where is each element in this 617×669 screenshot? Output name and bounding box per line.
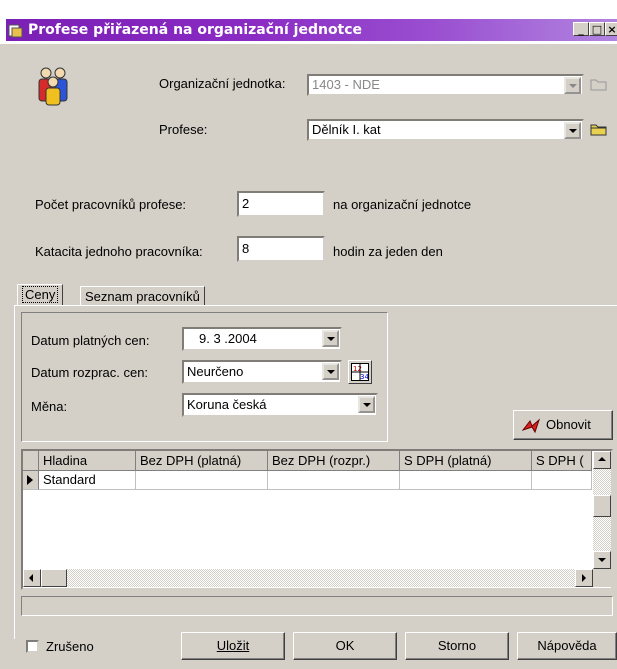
valid-date-dropdown-button[interactable] xyxy=(322,330,339,347)
profession-value: Dělník I. kat xyxy=(312,122,381,137)
workers-count-label: Počet pracovníků profese: xyxy=(35,197,187,212)
org-unit-label: Organizační jednotka: xyxy=(159,76,286,91)
ok-label: OK xyxy=(335,638,355,653)
window-title: Profese přiřazená na organizační jednotc… xyxy=(28,22,363,38)
profession-select[interactable]: Dělník I. kat xyxy=(307,119,584,141)
calculator-icon: 12 34 xyxy=(351,363,369,381)
folder-icon xyxy=(590,79,607,91)
scroll-up-button[interactable] xyxy=(593,451,611,469)
scroll-right-button[interactable] xyxy=(575,569,593,587)
refresh-button[interactable]: Obnovit xyxy=(513,410,613,440)
grid-header-s-dph-rozpr[interactable]: S DPH ( xyxy=(532,451,592,471)
arrow-left-icon xyxy=(29,574,33,582)
grid-header-bez-dph-rozpr[interactable]: Bez DPH (rozpr.) xyxy=(268,451,400,471)
table-row-cell[interactable] xyxy=(400,471,532,490)
scroll-left-button[interactable] xyxy=(23,569,41,587)
table-row-cell[interactable] xyxy=(136,471,268,490)
grid-horizontal-scrollbar[interactable] xyxy=(23,569,593,587)
currency-value: Koruna česká xyxy=(187,397,267,412)
scroll-thumb[interactable] xyxy=(593,495,611,517)
arrow-down-icon xyxy=(598,558,606,562)
org-unit-dropdown-button[interactable] xyxy=(564,77,581,94)
profession-label: Profese: xyxy=(159,122,208,137)
grid-header-bez-dph-platna[interactable]: Bez DPH (platná) xyxy=(136,451,268,471)
workers-count-input[interactable]: 2 xyxy=(237,191,325,217)
storno-label: Storno xyxy=(437,638,477,653)
table-row-cell-hladina[interactable]: Standard xyxy=(39,471,136,490)
save-label: Uložit xyxy=(216,638,250,653)
profession-browse-button[interactable] xyxy=(588,119,610,141)
app-icon xyxy=(8,24,23,38)
proc-date-label: Datum rozprac. cen: xyxy=(31,365,149,380)
tab-ceny[interactable]: Ceny xyxy=(17,284,64,306)
maximize-button[interactable]: □ xyxy=(589,22,605,36)
prices-grid[interactable]: Hladina Bez DPH (platná) Bez DPH (rozpr.… xyxy=(21,449,613,590)
tab-seznam-label: Seznam pracovníků xyxy=(85,289,200,304)
grid-header-hladina[interactable]: Hladina xyxy=(39,451,136,471)
row-indicator[interactable] xyxy=(23,471,39,490)
valid-date-label: Datum platných cen: xyxy=(31,333,150,348)
cancelled-checkbox[interactable] xyxy=(26,640,39,653)
help-button[interactable]: Nápověda xyxy=(517,632,617,660)
grid-corner xyxy=(23,451,39,471)
svg-text:34: 34 xyxy=(360,373,369,381)
arrow-right-icon xyxy=(582,574,586,582)
people-group-icon xyxy=(38,67,68,106)
scroll-down-button[interactable] xyxy=(593,551,611,569)
valid-date-select[interactable]: 9. 3 .2004 xyxy=(182,327,342,351)
folder-icon xyxy=(590,124,607,136)
refresh-icon xyxy=(522,418,540,434)
valid-date-value: 9. 3 .2004 xyxy=(199,331,257,346)
dialog-window: Profese přiřazená na organizační jednotc… xyxy=(0,0,617,669)
workers-count-value: 2 xyxy=(242,196,250,211)
currency-label: Měna: xyxy=(31,399,68,414)
currency-dropdown-button[interactable] xyxy=(358,396,375,413)
table-row-cell[interactable] xyxy=(532,471,592,490)
capacity-value: 8 xyxy=(242,241,250,256)
org-unit-browse-button[interactable] xyxy=(588,74,610,96)
save-button[interactable]: Uložit xyxy=(181,632,285,660)
row-pointer-icon xyxy=(27,475,33,485)
profession-dropdown-button[interactable] xyxy=(564,122,581,139)
currency-select[interactable]: Koruna česká xyxy=(182,393,378,417)
org-unit-select[interactable]: 1403 - NDE xyxy=(307,74,584,96)
close-button[interactable]: × xyxy=(605,22,617,36)
proc-date-select[interactable]: Neurčeno xyxy=(182,360,342,384)
storno-button[interactable]: Storno xyxy=(405,632,509,660)
hscroll-thumb[interactable] xyxy=(41,569,67,587)
refresh-label: Obnovit xyxy=(546,417,591,432)
help-label: Nápověda xyxy=(537,638,597,653)
tab-ceny-label: Ceny xyxy=(22,286,59,303)
scroll-corner xyxy=(593,569,611,587)
calculator-button[interactable]: 12 34 xyxy=(348,360,372,384)
status-bar xyxy=(21,596,613,616)
capacity-suffix: hodin za jeden den xyxy=(333,244,443,259)
tab-seznam-pracovniku[interactable]: Seznam pracovníků xyxy=(80,286,205,306)
ok-button[interactable]: OK xyxy=(293,632,397,660)
capacity-label: Katacita jednoho pracovníka: xyxy=(35,244,203,259)
arrow-up-icon xyxy=(598,457,606,461)
proc-date-dropdown-button[interactable] xyxy=(322,363,339,380)
title-bar: Profese přiřazená na organizační jednotc… xyxy=(0,0,617,44)
capacity-input[interactable]: 8 xyxy=(237,236,325,262)
proc-date-value: Neurčeno xyxy=(187,364,244,379)
minimize-button[interactable]: _ xyxy=(573,22,589,36)
table-row-cell[interactable] xyxy=(268,471,400,490)
grid-header-s-dph-platna[interactable]: S DPH (platná) xyxy=(400,451,532,471)
cancelled-label: Zrušeno xyxy=(46,639,94,654)
org-unit-value: 1403 - NDE xyxy=(312,77,380,92)
workers-count-suffix: na organizační jednotce xyxy=(333,197,472,212)
